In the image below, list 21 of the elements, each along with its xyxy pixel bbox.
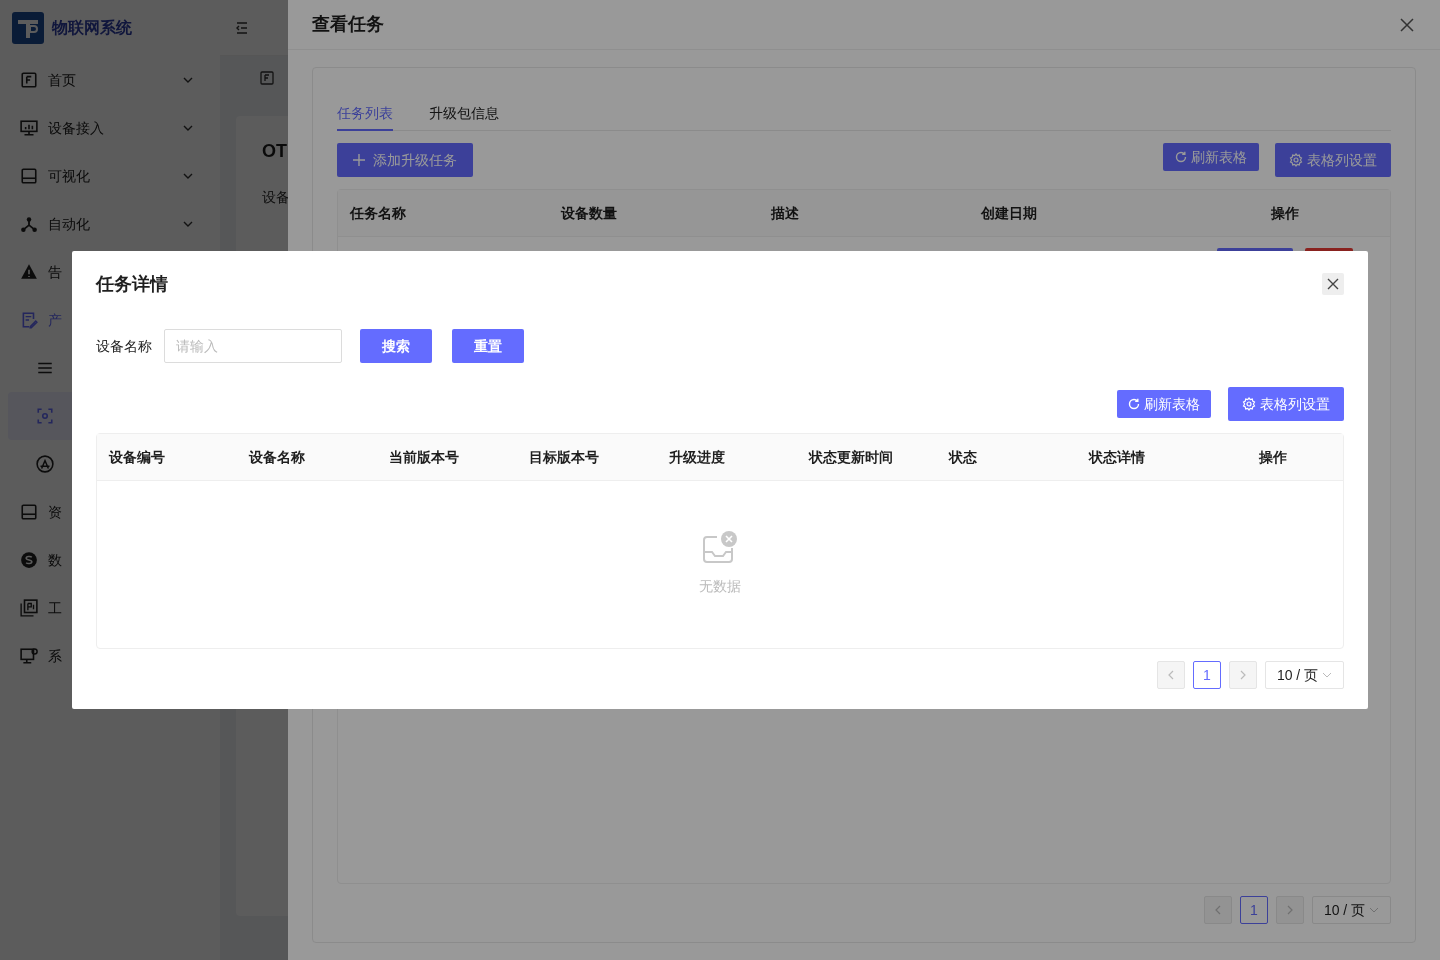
- field-label: 设备名称: [96, 336, 153, 356]
- column-header: 当前版本号: [389, 447, 460, 467]
- field-label: 设备: [262, 188, 290, 207]
- column-header: 设备数量: [561, 203, 618, 223]
- column-header: 操作: [1259, 447, 1288, 467]
- app-title: 物联网系统: [52, 18, 132, 38]
- column-header: 状态更新时间: [809, 447, 894, 467]
- column-header: 任务名称: [350, 203, 407, 223]
- modal-title: 任务详情: [96, 272, 168, 296]
- column-header: 状态详情: [1089, 447, 1146, 467]
- column-header: 目标版本号: [529, 447, 600, 467]
- column-header: 操作: [1271, 203, 1300, 223]
- drawer-title: 查看任务: [312, 13, 384, 36]
- column-header: 升级进度: [669, 447, 726, 467]
- column-header: 设备编号: [109, 447, 166, 467]
- column-header: 设备名称: [249, 447, 306, 467]
- column-header: 创建日期: [981, 203, 1038, 223]
- card-title: OT: [262, 140, 287, 163]
- empty-text: 无数据: [699, 577, 741, 596]
- column-header: 描述: [771, 203, 800, 223]
- column-header: 状态: [949, 447, 978, 467]
